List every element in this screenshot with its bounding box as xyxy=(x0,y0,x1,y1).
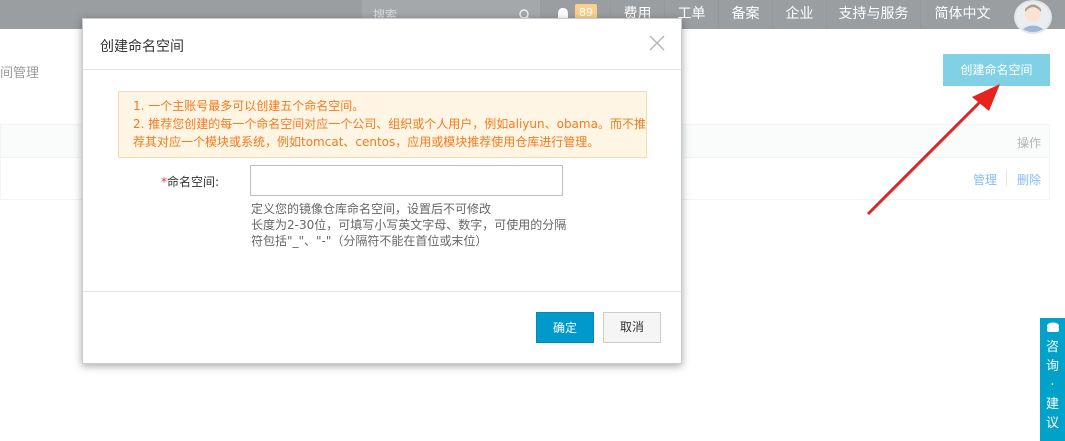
create-namespace-dialog: 创建命名空间 1. 一个主账号最多可以创建五个命名空间。 2. 推荐您创建的每一… xyxy=(82,18,682,364)
namespace-label: *命名空间: xyxy=(161,173,219,190)
notice-line: 2. 推荐您创建的每一个命名空间对应一个公司、组织或个人用户，例如aliyun、… xyxy=(133,117,646,131)
dialog-footer-divider xyxy=(83,291,681,292)
help-line: 定义您的镜像仓库命名空间，设置后不可修改 xyxy=(251,202,492,216)
consult-suggestion-tab[interactable]: 咨询·建议 xyxy=(1040,318,1065,441)
annotation-arrow xyxy=(866,84,1000,216)
namespace-label-text: 命名空间: xyxy=(167,175,220,189)
close-icon[interactable] xyxy=(649,35,665,51)
dialog-header: 创建命名空间 xyxy=(83,19,681,70)
notice-line: 1. 一个主账号最多可以创建五个命名空间。 xyxy=(133,99,365,113)
help-line: 符包括"_"、"-"（分隔符不能在首位或末位） xyxy=(251,234,488,248)
notice-line: 荐其对应一个模块或系统，例如tomcat、centos，应用或模块推荐使用仓库进… xyxy=(133,135,600,149)
help-line: 长度为2-30位，可填写小写英文字母、数字，可使用的分隔 xyxy=(251,218,567,232)
cancel-button[interactable]: 取消 xyxy=(603,312,661,343)
dialog-title: 创建命名空间 xyxy=(100,39,184,55)
namespace-help-text: 定义您的镜像仓库命名空间，设置后不可修改 长度为2-30位，可填写小写英文字母、… xyxy=(251,201,571,249)
namespace-input[interactable] xyxy=(250,165,563,196)
consult-label: 咨询·建议 xyxy=(1045,340,1059,431)
notice-box: 1. 一个主账号最多可以创建五个命名空间。 2. 推荐您创建的每一个命名空间对应… xyxy=(118,91,647,158)
chat-icon xyxy=(1046,322,1059,332)
confirm-button[interactable]: 确定 xyxy=(536,312,594,343)
